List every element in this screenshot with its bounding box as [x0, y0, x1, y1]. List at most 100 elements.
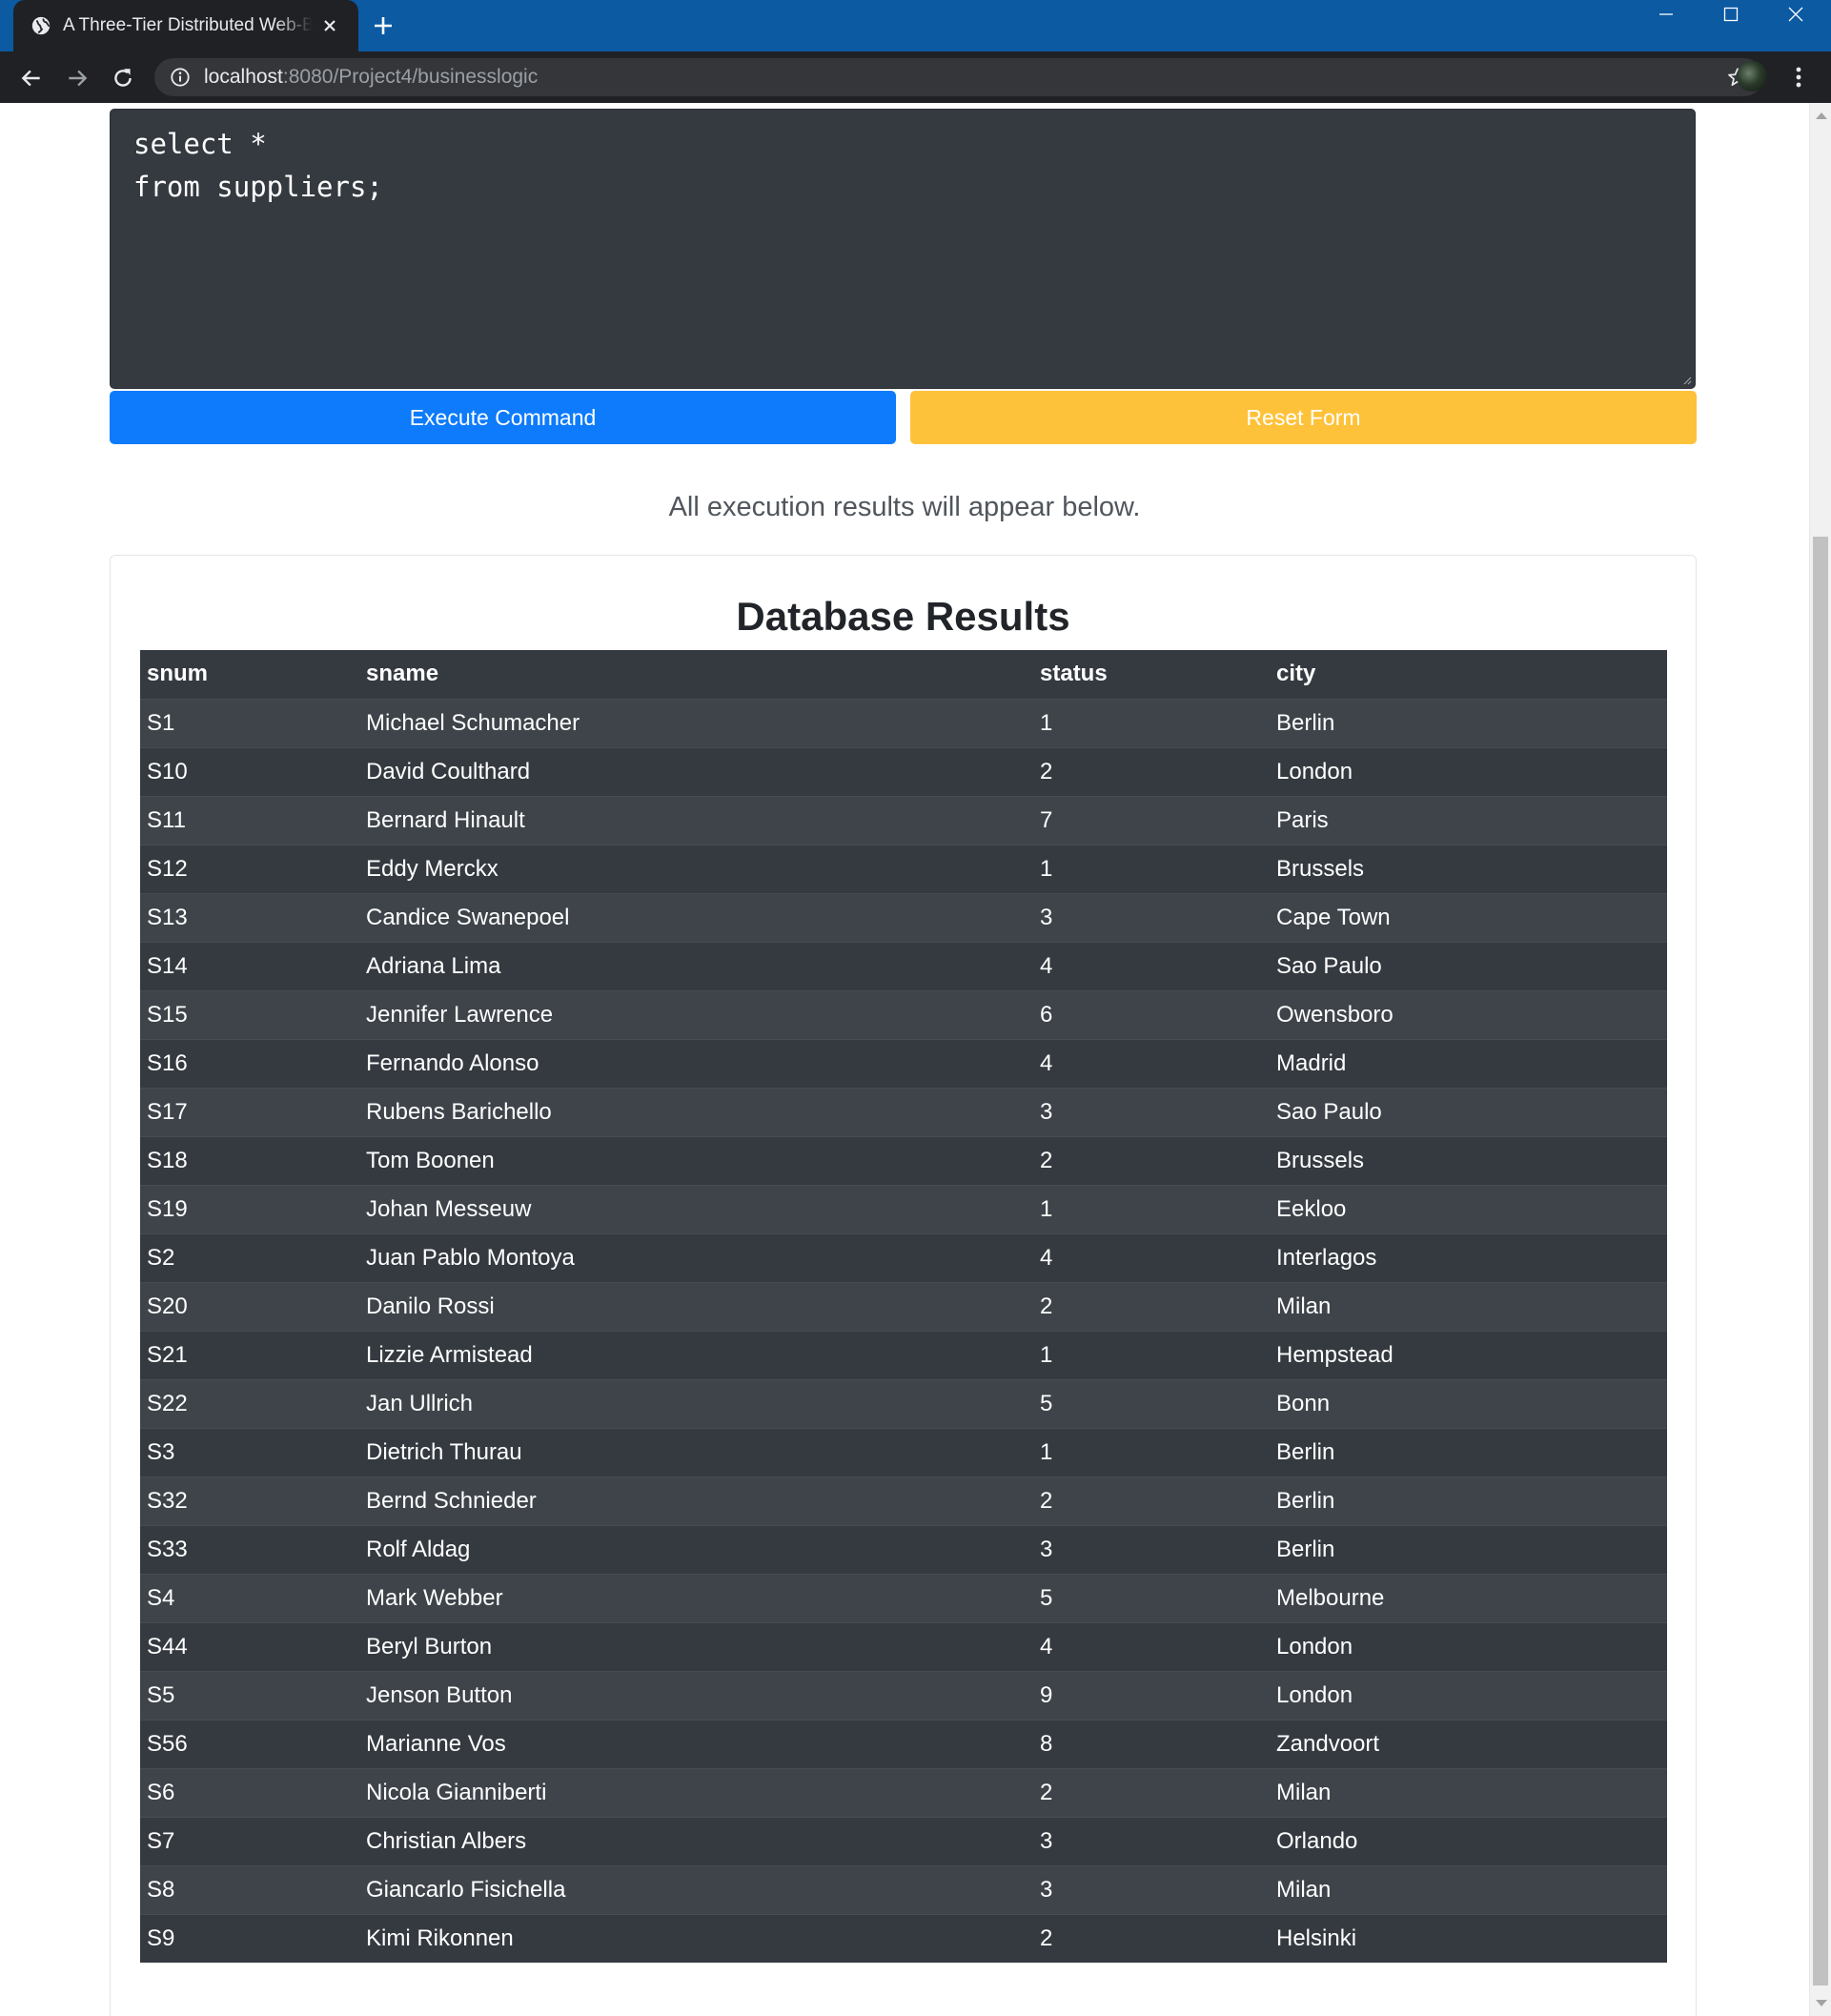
minimize-icon: [1659, 13, 1673, 15]
table-row: S56 Marianne Vos 8 Zandvoort: [140, 1719, 1667, 1768]
table-cell-status: 1: [1033, 1427, 1270, 1476]
table-cell-city: Eekloo: [1270, 1184, 1667, 1233]
table-cell-status: 3: [1033, 1816, 1270, 1865]
table-cell-snum: S3: [140, 1427, 359, 1476]
table-cell-snum: S32: [140, 1476, 359, 1525]
tab-title: A Three-Tier Distributed Web-Based Appli…: [63, 15, 313, 35]
table-cell-status: 6: [1033, 989, 1270, 1039]
table-cell-snum: S20: [140, 1281, 359, 1331]
minimize-button[interactable]: [1634, 0, 1699, 29]
plus-icon[interactable]: [372, 14, 395, 37]
table-cell-city: Berlin: [1270, 698, 1667, 747]
table-cell-sname: Michael Schumacher: [359, 698, 1033, 747]
column-header: city: [1270, 650, 1667, 699]
table-cell-snum: S7: [140, 1816, 359, 1865]
scrollbar-thumb[interactable]: [1813, 537, 1828, 1985]
tab-strip: A Three-Tier Distributed Web-Based Appli…: [0, 0, 1831, 51]
table-body: S1 Michael Schumacher 1 Berlin S10 David Coul…: [140, 698, 1667, 1963]
address-bar[interactable]: localhost:8080/Project4/businesslogic: [154, 58, 1763, 96]
table-cell-snum: S9: [140, 1913, 359, 1963]
table-row: S7 Christian Albers 3 Orlando: [140, 1816, 1667, 1865]
scroll-up-arrow-icon[interactable]: [1816, 112, 1827, 119]
vertical-scrollbar[interactable]: [1809, 103, 1831, 2016]
table-cell-snum: S4: [140, 1573, 359, 1622]
page-content: select * from suppliers; Execute Command…: [0, 103, 1809, 2016]
table-row: S33 Rolf Aldag 3 Berlin: [140, 1524, 1667, 1574]
table-cell-sname: Beryl Burton: [359, 1621, 1033, 1671]
arrow-left-icon[interactable]: [19, 66, 44, 91]
table-cell-status: 7: [1033, 795, 1270, 845]
table-cell-sname: Candice Swanepoel: [359, 892, 1033, 942]
table-cell-snum: S10: [140, 746, 359, 796]
results-title: Database Results: [736, 594, 1070, 639]
table-cell-sname: Jan Ullrich: [359, 1378, 1033, 1428]
table-cell-sname: Kimi Rikonnen: [359, 1913, 1033, 1963]
table-cell-sname: Fernando Alonso: [359, 1038, 1033, 1088]
table-row: S18 Tom Boonen 2 Brussels: [140, 1135, 1667, 1185]
table-cell-city: Berlin: [1270, 1427, 1667, 1476]
table-cell-status: 3: [1033, 892, 1270, 942]
table-cell-city: Milan: [1270, 1864, 1667, 1914]
table-cell-snum: S16: [140, 1038, 359, 1088]
table-row: S20 Danilo Rossi 2 Milan: [140, 1281, 1667, 1331]
maximize-button[interactable]: [1699, 0, 1763, 29]
table-cell-sname: Jenson Button: [359, 1670, 1033, 1720]
maximize-icon: [1723, 7, 1739, 22]
sql-command-textarea[interactable]: select * from suppliers;: [110, 109, 1696, 389]
reset-form-button[interactable]: Reset Form: [910, 391, 1697, 444]
column-header: snum: [140, 650, 359, 699]
table-row: S17 Rubens Barichello 3 Sao Paulo: [140, 1087, 1667, 1136]
table-cell-snum: S12: [140, 844, 359, 893]
table-cell-city: Paris: [1270, 795, 1667, 845]
table-cell-sname: Eddy Merckx: [359, 844, 1033, 893]
kebab-menu-icon[interactable]: [1790, 64, 1807, 91]
table-row: S10 David Coulthard 2 London: [140, 746, 1667, 796]
window-close-button[interactable]: [1763, 0, 1828, 29]
table-cell-sname: Christian Albers: [359, 1816, 1033, 1865]
table-cell-status: 4: [1033, 1621, 1270, 1671]
table-cell-sname: Marianne Vos: [359, 1719, 1033, 1768]
table-cell-city: Helsinki: [1270, 1913, 1667, 1963]
table-row: S13 Candice Swanepoel 3 Cape Town: [140, 892, 1667, 942]
execute-command-button[interactable]: Execute Command: [110, 391, 896, 444]
table-cell-status: 2: [1033, 1913, 1270, 1963]
table-row: S3 Dietrich Thurau 1 Berlin: [140, 1427, 1667, 1476]
table-cell-status: 2: [1033, 1135, 1270, 1185]
table-cell-sname: Rubens Barichello: [359, 1087, 1033, 1136]
table-cell-snum: S33: [140, 1524, 359, 1574]
table-cell-snum: S18: [140, 1135, 359, 1185]
table-cell-snum: S11: [140, 795, 359, 845]
url-text: localhost:8080/Project4/businesslogic: [204, 66, 538, 89]
table-row: S9 Kimi Rikonnen 2 Helsinki: [140, 1913, 1667, 1963]
close-icon[interactable]: [320, 16, 339, 35]
column-header: sname: [359, 650, 1033, 699]
table-cell-status: 4: [1033, 941, 1270, 990]
table-cell-snum: S5: [140, 1670, 359, 1720]
table-cell-status: 2: [1033, 1281, 1270, 1331]
table-cell-city: Owensboro: [1270, 989, 1667, 1039]
table-cell-status: 8: [1033, 1719, 1270, 1768]
arrow-right-icon[interactable]: [65, 66, 90, 91]
results-hint: All execution results will appear below.: [668, 492, 1141, 522]
table-cell-sname: Jennifer Lawrence: [359, 989, 1033, 1039]
table-row: S22 Jan Ullrich 5 Bonn: [140, 1378, 1667, 1428]
table-cell-status: 5: [1033, 1378, 1270, 1428]
table-cell-snum: S22: [140, 1378, 359, 1428]
table-cell-sname: David Coulthard: [359, 746, 1033, 796]
avatar[interactable]: [1737, 61, 1767, 92]
info-icon[interactable]: [170, 67, 191, 88]
resize-grip-icon[interactable]: [1680, 374, 1692, 385]
table-cell-city: London: [1270, 1621, 1667, 1671]
scroll-down-arrow-icon[interactable]: [1816, 2000, 1827, 2006]
browser-tab[interactable]: A Three-Tier Distributed Web-Based Appli…: [13, 0, 358, 51]
table-cell-sname: Bernd Schnieder: [359, 1476, 1033, 1525]
table-row: S19 Johan Messeuw 1 Eekloo: [140, 1184, 1667, 1233]
table-cell-sname: Nicola Gianniberti: [359, 1767, 1033, 1817]
reload-icon[interactable]: [111, 66, 135, 91]
table-cell-status: 3: [1033, 1864, 1270, 1914]
table-cell-city: Milan: [1270, 1767, 1667, 1817]
table-cell-snum: S56: [140, 1719, 359, 1768]
table-cell-city: Zandvoort: [1270, 1719, 1667, 1768]
table-cell-snum: S1: [140, 698, 359, 747]
table-cell-snum: S13: [140, 892, 359, 942]
